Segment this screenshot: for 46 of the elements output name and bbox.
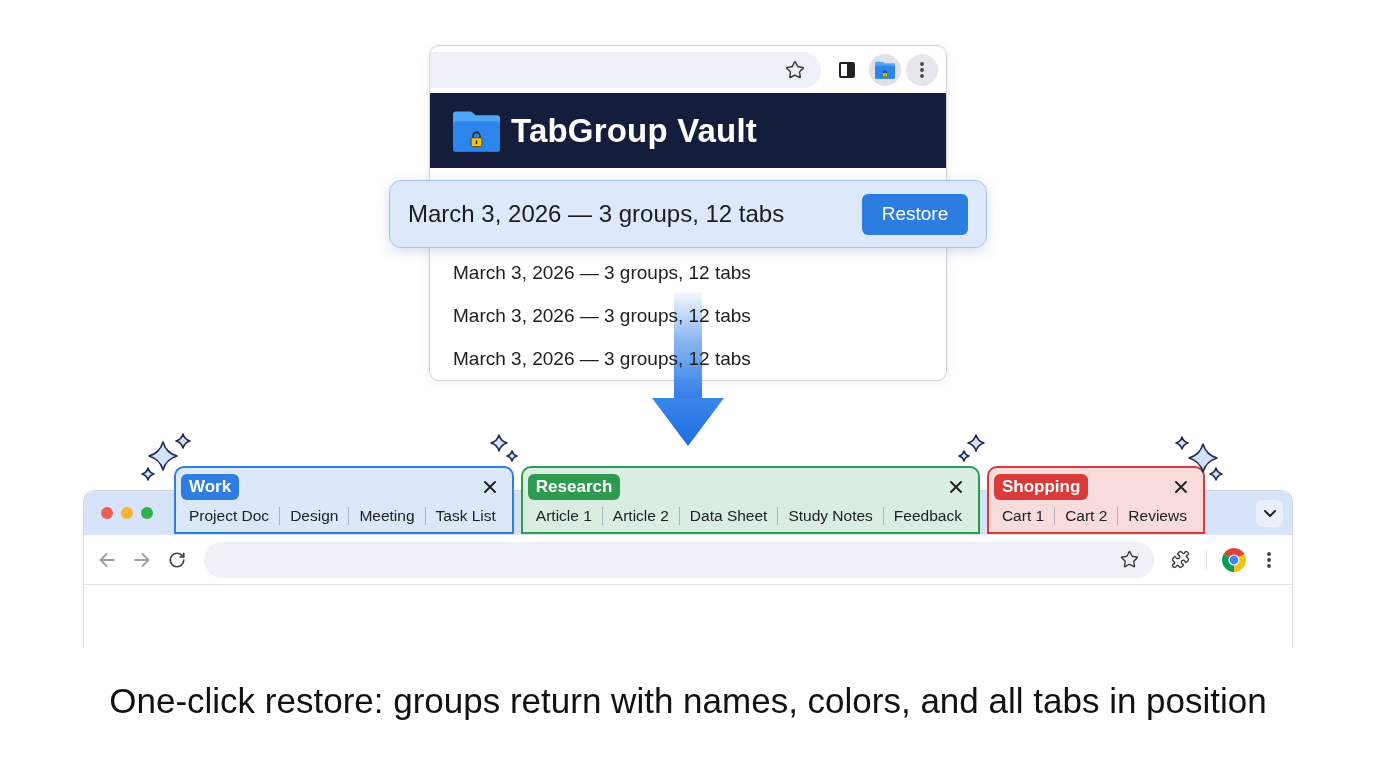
app-title: TabGroup Vault	[511, 111, 758, 150]
window-control-icon[interactable]	[101, 507, 113, 519]
tab[interactable]: Study Notes	[778, 500, 883, 532]
tab[interactable]: Meeting	[349, 500, 425, 532]
tab[interactable]: Article 2	[602, 500, 679, 532]
reload-icon[interactable]	[168, 550, 186, 569]
group-label[interactable]: Research	[527, 474, 621, 500]
tab[interactable]: Design	[280, 500, 349, 532]
back-icon[interactable]	[99, 552, 115, 567]
snapshot-card[interactable]: March 3, 2026 — 3 groups, 12 tabs Restore	[389, 180, 987, 248]
sparkles-icon	[141, 433, 191, 481]
group-label[interactable]: Work	[181, 474, 240, 500]
forward-icon[interactable]	[134, 552, 150, 567]
browser-logo-icon[interactable]	[1222, 547, 1246, 572]
snapshot-item[interactable]: March 3, 2026 — 3 groups, 12 tabs	[430, 251, 751, 294]
tab[interactable]: Task List	[425, 500, 506, 532]
star-icon[interactable]	[1120, 550, 1139, 569]
menu-button[interactable]	[906, 53, 938, 86]
more-icon	[920, 61, 925, 78]
tab[interactable]: Article 1	[525, 500, 602, 532]
extension-button[interactable]	[869, 53, 902, 86]
close-icon[interactable]	[1174, 481, 1187, 493]
snapshot-item[interactable]: March 3, 2026 — 3 groups, 12 tabs	[430, 294, 751, 337]
tab[interactable]: Feedback	[883, 500, 972, 532]
caption: One-click restore: groups return with names, colors, and all tabs in position	[109, 680, 1267, 722]
folder-icon	[453, 109, 500, 152]
sparkles-icon	[1175, 436, 1223, 481]
snapshot-label: March 3, 2026 — 3 groups, 12 tabs	[408, 200, 785, 228]
tab[interactable]: Cart 2	[1055, 500, 1118, 532]
close-icon[interactable]	[949, 481, 962, 493]
group-label[interactable]: Shopping	[993, 474, 1089, 500]
restore-button[interactable]: Restore	[862, 193, 968, 235]
puzzle-icon[interactable]	[1171, 550, 1190, 569]
tab[interactable]: Data Sheet	[679, 500, 778, 532]
chevron-down-icon	[1263, 509, 1276, 517]
sparkles-icon	[490, 434, 518, 462]
folder-icon	[875, 60, 896, 79]
side-panel-icon[interactable]	[839, 61, 856, 78]
tab[interactable]: Project Doc	[179, 500, 280, 532]
star-icon[interactable]	[785, 59, 806, 80]
sparkles-icon	[958, 434, 985, 462]
close-icon[interactable]	[483, 481, 496, 493]
tab[interactable]: Reviews	[1118, 500, 1197, 532]
more-icon[interactable]	[1267, 551, 1271, 568]
tab-list-button[interactable]	[1256, 499, 1283, 527]
tab[interactable]: Cart 1	[991, 500, 1055, 532]
